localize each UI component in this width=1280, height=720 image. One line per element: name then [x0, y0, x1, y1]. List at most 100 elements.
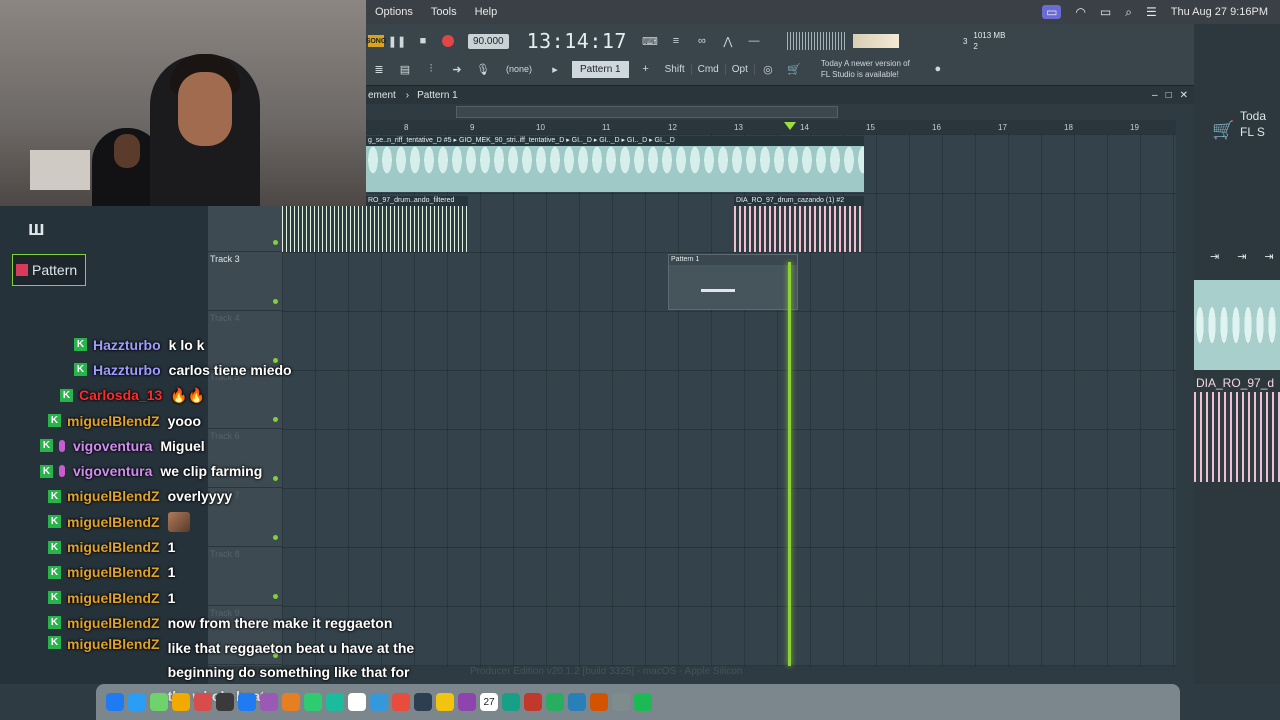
dock-app-icon[interactable] — [546, 693, 564, 711]
breadcrumb-arrangement[interactable]: ement — [368, 90, 396, 101]
shop-icon[interactable]: 🛒 — [784, 59, 804, 79]
dock-app-icon[interactable] — [414, 693, 432, 711]
dock-app-icon[interactable] — [128, 693, 146, 711]
chat-badge-icon: K — [48, 540, 61, 554]
step-edit-icon[interactable]: ≡ — [666, 31, 686, 51]
dock-app-icon[interactable] — [436, 693, 454, 711]
clip-label: DIA_RO_97_drum_cazando (1) #2 — [734, 196, 864, 206]
dock-app-icon[interactable] — [282, 693, 300, 711]
chat-username[interactable]: miguelBlendZ — [67, 488, 160, 504]
chat-username[interactable]: miguelBlendZ — [67, 539, 160, 555]
dock-app-icon[interactable] — [194, 693, 212, 711]
timeline-ruler[interactable]: 8 9 10 11 12 13 14 15 16 17 18 19 — [366, 120, 1176, 134]
chat-username[interactable]: miguelBlendZ — [67, 590, 160, 606]
playlist-icon[interactable]: ≣ — [369, 59, 389, 79]
dock-app-icon[interactable] — [326, 693, 344, 711]
opt-key[interactable]: Opt — [726, 63, 755, 75]
dock-app-icon[interactable] — [150, 693, 168, 711]
cpu-top: 3 — [962, 36, 968, 46]
control-center-icon[interactable]: ☰ — [1146, 5, 1157, 19]
chat-message: K Hazzturbo carlos tiene miedo — [0, 357, 470, 382]
fl-logo-icon[interactable]: ш — [28, 218, 45, 241]
menu-help[interactable]: Help — [466, 6, 507, 18]
loop-record-icon[interactable]: ∞ — [692, 31, 712, 51]
snap-select[interactable]: (none) — [506, 64, 532, 74]
close-icon[interactable]: ✕ — [1180, 90, 1188, 101]
menu-options[interactable]: Options — [366, 6, 422, 18]
chat-username[interactable]: miguelBlendZ — [67, 413, 160, 429]
typing-keyboard-icon[interactable]: ⌨ — [640, 31, 660, 51]
dock-app-icon[interactable] — [370, 693, 388, 711]
chat-username[interactable]: Carlosda_13 — [79, 387, 162, 403]
dock-app-icon[interactable] — [260, 693, 278, 711]
pattern-prev-icon[interactable]: ▸ — [545, 59, 565, 79]
maximize-icon[interactable]: □ — [1166, 90, 1172, 101]
dock-app-icon[interactable] — [238, 693, 256, 711]
chat-username[interactable]: miguelBlendZ — [67, 514, 160, 530]
secondary-drum-clip[interactable] — [1194, 392, 1280, 482]
metronome-icon[interactable]: ⋀ — [718, 31, 738, 51]
track-header-3[interactable]: Track 3 — [208, 252, 282, 311]
chat-username[interactable]: miguelBlendZ — [67, 615, 160, 631]
countdown-icon[interactable]: — — [744, 31, 764, 51]
menubar-clock[interactable]: Thu Aug 27 9:16PM — [1171, 6, 1268, 18]
playhead-marker[interactable] — [784, 122, 796, 130]
channel-rack-icon[interactable]: ➜ — [447, 59, 467, 79]
pattern-selector[interactable]: Pattern 1 — [572, 60, 629, 78]
tempo-field[interactable]: 90.000 — [468, 33, 509, 49]
dock-app-icon[interactable] — [458, 693, 476, 711]
dock-app-icon[interactable] — [502, 693, 520, 711]
chat-username[interactable]: vigoventura — [73, 438, 152, 454]
stop-icon[interactable]: ■ — [413, 31, 433, 51]
track-led[interactable] — [273, 240, 278, 245]
wifi-icon[interactable]: ◠ — [1075, 5, 1085, 19]
dock-app-icon[interactable] — [172, 693, 190, 711]
dock-app-icon[interactable] — [634, 693, 652, 711]
chat-message: KmiguelBlendZ overlyyyy — [0, 484, 470, 509]
audio-clip-drum-cazando[interactable]: DIA_RO_97_drum_cazando (1) #2 — [734, 196, 864, 252]
dock-app-icon[interactable] — [590, 693, 608, 711]
calendar-icon[interactable]: 27 — [480, 693, 498, 711]
song-mode-toggle[interactable]: SONG — [366, 35, 386, 47]
track-header-2[interactable] — [208, 206, 282, 252]
search-icon[interactable]: ⌕ — [1125, 5, 1132, 20]
chat-username[interactable]: miguelBlendZ — [67, 564, 160, 580]
track-led[interactable] — [273, 299, 278, 304]
shop-icon[interactable]: 🛒 — [1212, 120, 1234, 141]
add-pattern-icon[interactable]: + — [636, 59, 656, 79]
mic-icon[interactable]: 🎙 — [473, 59, 493, 79]
minimize-icon[interactable]: – — [1152, 90, 1158, 101]
dock-app-icon[interactable] — [568, 693, 586, 711]
chat-username[interactable]: Hazzturbo — [93, 337, 161, 353]
secondary-audio-clip[interactable] — [1194, 280, 1280, 370]
update-notice[interactable]: Today A newer version of FL Studio is av… — [821, 58, 910, 80]
pattern-clip[interactable]: Pattern 1 — [668, 254, 798, 310]
pause-icon[interactable]: ❚❚ — [387, 31, 407, 51]
dock-app-icon[interactable] — [304, 693, 322, 711]
avatar[interactable]: ● — [928, 59, 948, 79]
audio-clip-riff[interactable]: g_se..n_riff_tentative_D #5 ▸ GIO_MEK_90… — [366, 136, 864, 192]
dock-app-icon[interactable] — [392, 693, 410, 711]
chat-username[interactable]: miguelBlendZ — [67, 636, 160, 652]
dock-app-icon[interactable] — [216, 693, 234, 711]
cpu-icon[interactable]: ◎ — [758, 59, 778, 79]
dock-app-icon[interactable] — [348, 693, 366, 711]
chat-username[interactable]: Hazzturbo — [93, 362, 161, 378]
master-volume[interactable] — [852, 34, 899, 48]
dock-app-icon[interactable] — [524, 693, 542, 711]
chat-username[interactable]: vigoventura — [73, 463, 152, 479]
song-position[interactable]: 13:14:17 — [527, 29, 627, 53]
battery-icon[interactable]: ▭ — [1100, 5, 1111, 19]
record-icon[interactable] — [442, 35, 454, 47]
menu-tools[interactable]: Tools — [422, 6, 466, 18]
piano-roll-icon[interactable]: ▤ — [395, 59, 415, 79]
tab-pattern[interactable]: Pattern — [12, 254, 86, 286]
breadcrumb-pattern[interactable]: Pattern 1 — [417, 90, 458, 101]
mixer-icon[interactable]: ⫶ — [421, 59, 441, 79]
screen-share-icon[interactable]: ▭ — [1042, 5, 1062, 19]
dock-app-icon[interactable] — [106, 693, 124, 711]
dock-app-icon[interactable] — [612, 693, 630, 711]
shift-key[interactable]: Shift — [659, 63, 692, 75]
cmd-key[interactable]: Cmd — [692, 63, 726, 75]
horizontal-scrollbar[interactable] — [456, 106, 838, 118]
